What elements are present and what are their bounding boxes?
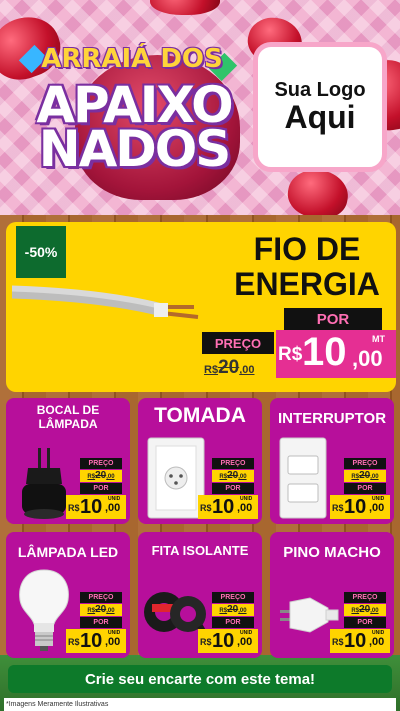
new-price: R$ 10,00 UNID	[330, 495, 390, 519]
por-label: POR	[80, 483, 122, 494]
por-label: POR	[344, 483, 386, 494]
product-name: PINO MACHO	[283, 544, 381, 561]
preco-label: PREÇO	[344, 592, 386, 603]
old-price: R$20,00	[212, 604, 254, 616]
title-line-1: ARRAIÁ DOS	[41, 44, 223, 74]
logo-text-line1: Sua Logo	[274, 78, 366, 101]
product-name: LÂMPADA LED	[17, 544, 119, 560]
preco-label: PREÇO	[344, 458, 386, 469]
currency: R$	[278, 344, 303, 365]
header-banner: ARRAIÁ DOS APAIXO NADOS Sua Logo Aqui	[0, 0, 400, 223]
price-tag: PREÇO R$20,00 POR R$ 10,00 UNID	[330, 592, 390, 654]
light-switch-icon	[279, 437, 327, 519]
discount-badge: -50%	[16, 226, 66, 278]
por-label: POR	[212, 483, 254, 494]
old-price: R$20,00	[80, 604, 122, 616]
preco-label: PREÇO	[212, 592, 254, 603]
new-price: R$ 10,00 UNID	[198, 629, 258, 653]
old-price-box: PREÇO R$20,00	[202, 332, 276, 382]
old-price: R$20,00	[344, 604, 386, 616]
price-tag: PREÇO R$20,00 POR R$ 10,00 UNID	[198, 458, 258, 520]
old-price: R$20,00	[204, 357, 255, 378]
product-card[interactable]: PINO MACHO PREÇO R$20,00 POR R$ 10,00 UNID	[270, 532, 394, 658]
logo-placeholder[interactable]: Sua Logo Aqui	[253, 42, 387, 172]
preco-label: PREÇO	[80, 458, 122, 469]
price-cents: ,00	[352, 346, 383, 371]
product-card[interactable]: FITA ISOLANTE PREÇO R$20,00 POR R$ 10,00 U…	[138, 532, 262, 658]
por-label: POR	[284, 308, 382, 330]
product-card[interactable]: INTERRUPTOR PREÇO R$20,00 POR R$ 10,00 UNI…	[270, 398, 394, 524]
product-name: BOCAL DE LÂMPADA	[36, 403, 100, 431]
product-name: TOMADA	[154, 404, 246, 427]
preco-label: PREÇO	[80, 592, 122, 603]
product-card[interactable]: LÂMPADA LED PREÇO R$20,00 POR R$ 10,00 UNI…	[6, 532, 130, 658]
old-price: R$20,00	[80, 470, 122, 482]
price-integer: 10	[302, 330, 347, 374]
heart-balloon-icon	[150, 0, 220, 15]
led-bulb-icon	[19, 569, 69, 651]
outlet-icon	[147, 437, 205, 519]
create-flyer-button[interactable]: Crie seu encarte com este tema!	[8, 665, 392, 693]
product-card[interactable]: TOMADA PREÇO R$20,00 POR R$ 10,00 UNID	[138, 398, 262, 524]
title-line-3: NADOS	[38, 120, 232, 178]
new-price: R$ 10,00 UNID	[198, 495, 258, 519]
product-name: FITA ISOLANTE	[151, 543, 249, 558]
old-price: R$20,00	[344, 470, 386, 482]
electric-wire-icon	[12, 285, 199, 319]
price-tag: PREÇO R$20,00 POR R$ 10,00 UNID	[66, 458, 126, 520]
new-price-box: R$ 10 ,00 MT	[276, 330, 396, 378]
new-price: R$ 10,00 UNID	[330, 629, 390, 653]
price-tag: PREÇO R$20,00 POR R$ 10,00 UNID	[198, 592, 258, 654]
featured-product-name: FIO DE ENERGIA	[234, 231, 380, 303]
old-price: R$20,00	[212, 470, 254, 482]
price-tag: PREÇO R$20,00 POR R$ 10,00 UNID	[66, 592, 126, 654]
disclaimer-text: *Imagens Meramente Ilustrativas	[4, 698, 396, 711]
flyer-page: ARRAIÁ DOS APAIXO NADOS Sua Logo Aqui -5…	[0, 0, 400, 711]
price-unit: MT	[372, 334, 385, 344]
por-label: POR	[212, 617, 254, 628]
por-label: POR	[344, 617, 386, 628]
por-label: POR	[80, 617, 122, 628]
lamp-socket-icon	[22, 448, 66, 519]
product-card[interactable]: BOCAL DE LÂMPADA PREÇO R$20,00 POR R$ 10,…	[6, 398, 130, 524]
preco-label: PREÇO	[202, 332, 274, 354]
new-price: R$ 10,00 UNID	[66, 629, 126, 653]
preco-label: PREÇO	[212, 458, 254, 469]
logo-text-line2: Aqui	[284, 98, 356, 135]
product-name: INTERRUPTOR	[277, 410, 387, 427]
price-tag: PREÇO R$20,00 POR R$ 10,00 UNID	[330, 458, 390, 520]
featured-product-card[interactable]: -50% FIO DE ENERGIA POR PREÇO R$20,00 R$…	[6, 222, 396, 392]
new-price: R$ 10,00 UNID	[66, 495, 126, 519]
